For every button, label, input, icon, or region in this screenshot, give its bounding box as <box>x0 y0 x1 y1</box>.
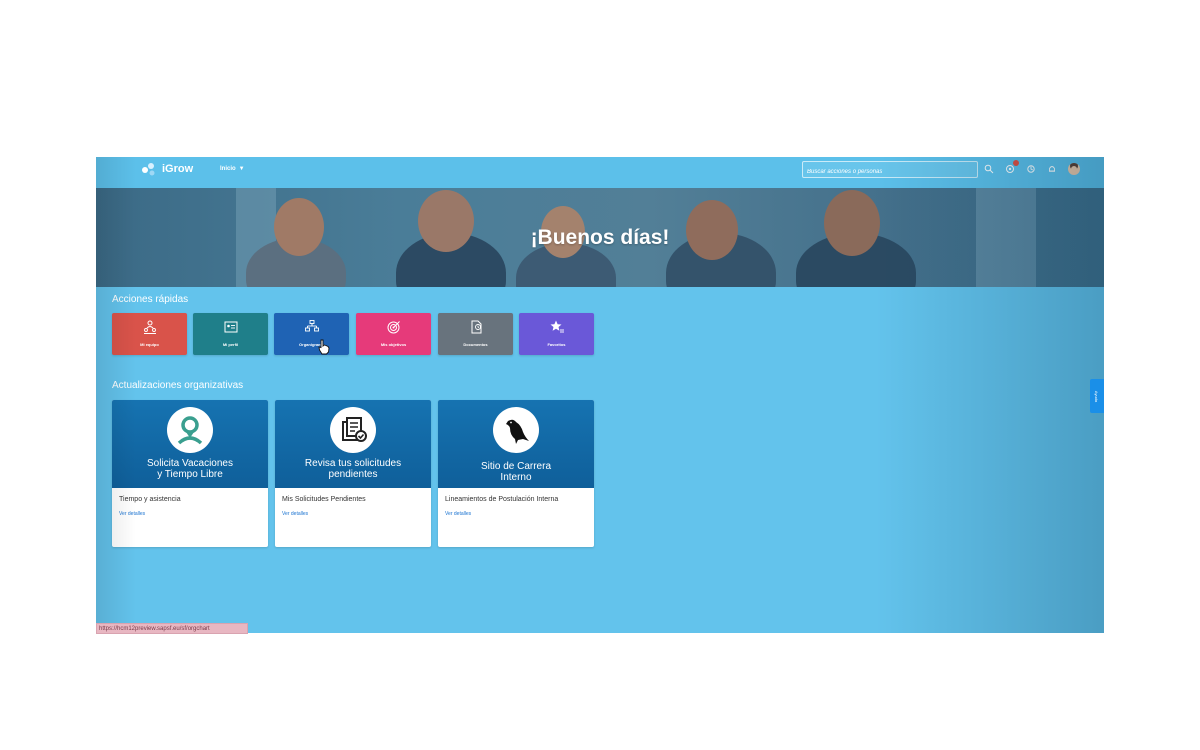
quick-action-label: Favoritos <box>547 342 566 347</box>
raven-icon <box>506 419 529 444</box>
status-bar-url: https://hcm12preview.sapsf.eu/sf/orgchar… <box>96 623 248 634</box>
star-list-icon <box>550 320 564 333</box>
top-icons <box>984 160 1080 178</box>
quick-action-label: Mi perfil <box>222 342 239 347</box>
org-update-card-internal-careers[interactable]: Sitio de Carrera Interno Lineamientos de… <box>438 400 594 547</box>
card-details-link[interactable]: Ver detalles <box>445 511 471 517</box>
nav-home-label: Inicio <box>220 166 236 172</box>
search-icon[interactable] <box>984 164 994 174</box>
quick-action-my-team[interactable]: Mi equipo <box>112 313 187 355</box>
notification-badge <box>1013 160 1019 166</box>
card-banner: Sitio de Carrera Interno <box>438 400 594 488</box>
top-navigation-bar: iGrow Inicio ▼ <box>96 157 1104 188</box>
settings-icon[interactable] <box>1026 164 1036 174</box>
app-name: iGrow <box>162 163 194 175</box>
user-avatar[interactable] <box>1068 163 1080 175</box>
org-updates-title: Actualizaciones organizativas <box>112 380 244 391</box>
search-input[interactable] <box>802 161 978 178</box>
chevron-down-icon: ▼ <box>238 166 245 172</box>
notifications-icon[interactable] <box>1005 160 1019 174</box>
document-clock-icon <box>471 320 481 334</box>
card-banner-line: pendientes <box>328 469 378 480</box>
card-banner-text: Sitio de Carrera Interno <box>438 461 594 483</box>
igrow-logo-icon <box>142 163 155 176</box>
card-description: Lineamientos de Postulación Interna <box>445 496 559 503</box>
documents-check-icon <box>342 417 367 442</box>
card-banner-line: Revisa tus solicitudes <box>304 458 402 469</box>
card-banner-line: Interno <box>500 472 532 483</box>
quick-action-my-goals[interactable]: Mis objetivos <box>356 313 431 355</box>
card-icon-circle <box>167 407 213 453</box>
quick-action-label: Documentos <box>463 342 488 347</box>
quick-action-my-profile[interactable]: Mi perfil <box>193 313 268 355</box>
quick-action-documents[interactable]: Documentos <box>438 313 513 355</box>
help-side-tab-label: Ayuda <box>1094 390 1100 402</box>
card-details-link[interactable]: Ver detalles <box>282 511 308 517</box>
card-icon-circle <box>493 407 539 453</box>
profile-card-icon <box>224 321 237 333</box>
nav-home-menu[interactable]: Inicio ▼ <box>220 166 245 172</box>
org-chart-icon <box>304 320 319 332</box>
card-banner: Revisa tus solicitudes pendientes <box>275 400 431 488</box>
card-banner-line: Sitio de Carrera <box>480 461 552 472</box>
card-banner: Solicita Vacaciones y Tiempo Libre <box>112 400 268 488</box>
team-icon <box>143 320 156 334</box>
help-side-tab[interactable]: Ayuda <box>1090 379 1104 413</box>
card-description: Mis Solicitudes Pendientes <box>282 496 366 503</box>
quick-action-favorites[interactable]: Favoritos <box>519 313 594 355</box>
org-update-card-vacation[interactable]: Solicita Vacaciones y Tiempo Libre Tiemp… <box>112 400 268 547</box>
card-description: Tiempo y asistencia <box>119 496 181 503</box>
card-banner-text: Solicita Vacaciones y Tiempo Libre <box>112 458 268 480</box>
quick-action-org-chart[interactable]: Organigrama <box>274 313 349 355</box>
greeting-title: ¡Buenos días! <box>530 226 670 249</box>
card-details-link[interactable]: Ver detalles <box>119 511 145 517</box>
card-icon-circle <box>330 407 376 453</box>
quick-action-label: Organigrama <box>299 342 324 347</box>
target-icon <box>387 321 400 334</box>
quick-actions-title: Acciones rápidas <box>112 294 189 305</box>
quick-action-label: Mis objetivos <box>380 342 407 347</box>
card-banner-text: Revisa tus solicitudes pendientes <box>275 458 431 480</box>
person-icon <box>177 416 203 445</box>
bell-icon[interactable] <box>1047 164 1057 174</box>
card-banner-line: y Tiempo Libre <box>157 469 223 480</box>
hero-banner: ¡Buenos días! <box>96 188 1104 287</box>
quick-action-label: Mi equipo <box>140 342 159 347</box>
org-update-card-pending-requests[interactable]: Revisa tus solicitudes pendientes Mis So… <box>275 400 431 547</box>
card-banner-line: Solicita Vacaciones <box>147 458 233 469</box>
hand-cursor-icon <box>318 339 330 355</box>
app-logo[interactable]: iGrow <box>140 160 193 178</box>
app-window: iGrow Inicio ▼ Buscar acciones o persona… <box>96 157 1104 633</box>
